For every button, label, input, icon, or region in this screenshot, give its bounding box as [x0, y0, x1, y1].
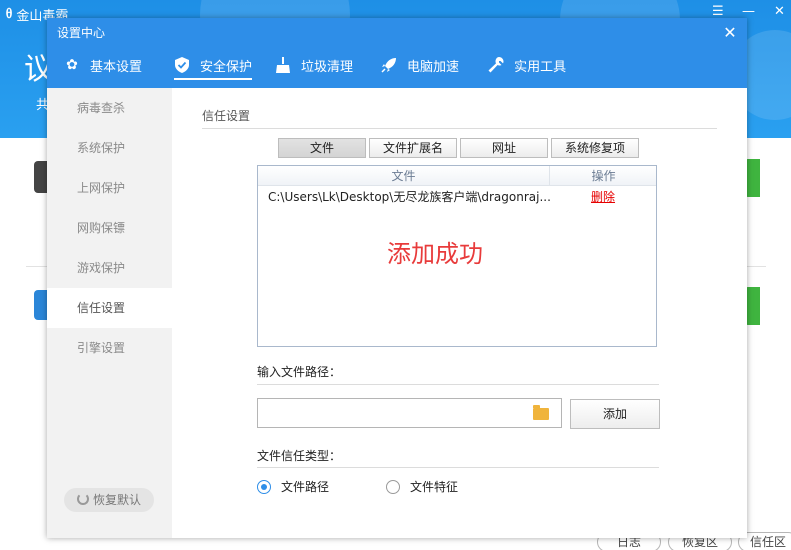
dialog-header: 设置中心 ✕ ✿ 基本设置 安全保护 垃圾清理 电脑加速 实用工具 [47, 18, 747, 88]
file-path-cell: C:\Users\Lk\Desktop\无尽龙族客户端\dragonraj... [268, 190, 550, 204]
tab-security-protection[interactable]: 安全保护 [174, 50, 253, 80]
column-header-action: 操作 [591, 169, 616, 183]
tab-label: 电脑加速 [407, 59, 460, 75]
trust-settings-panel: 信任设置 文件 文件扩展名 网址 系统修复项 文件 操作 C:\Users\Lk… [172, 88, 747, 538]
sidebar-item-system-protection[interactable]: 系统保护 [47, 128, 172, 168]
tab-label: 安全保护 [200, 59, 253, 75]
tab-label: 实用工具 [514, 59, 567, 75]
sidebar-item-web-protection[interactable]: 上网保护 [47, 168, 172, 208]
delete-link[interactable]: 删除 [591, 187, 615, 207]
sidebar-item-trust-settings[interactable]: 信任设置 [47, 288, 172, 328]
subtab-url[interactable]: 网址 [460, 138, 548, 158]
subtab-file[interactable]: 文件 [278, 138, 366, 158]
file-path-input[interactable] [258, 399, 526, 427]
tab-junk-clean[interactable]: 垃圾清理 [275, 50, 353, 80]
subtab-system-repair-item[interactable]: 系统修复项 [551, 138, 639, 158]
column-header-file: 文件 [258, 166, 550, 186]
trust-type-label: 文件信任类型： [257, 449, 342, 463]
tab-utilities[interactable]: 实用工具 [488, 50, 566, 80]
sidebar-item-engine-settings[interactable]: 引擎设置 [47, 328, 172, 368]
restore-default-button[interactable]: 恢复默认 [64, 488, 154, 512]
action-button[interactable] [746, 159, 760, 197]
file-path-label: 输入文件路径： [257, 365, 342, 379]
restore-default-label: 恢复默认 [92, 493, 141, 507]
dialog-title: 设置中心 [57, 26, 106, 40]
sidebar-item-shopping-guard[interactable]: 网购保镖 [47, 208, 172, 248]
sidebar-item-virus-scan[interactable]: 病毒查杀 [47, 88, 172, 128]
section-divider [202, 128, 717, 129]
radio-file-path[interactable]: 文件路径 [257, 478, 329, 495]
radio-label: 文件路径 [281, 480, 330, 494]
file-path-field [257, 398, 562, 428]
logo-mark-icon: ᦲ [6, 6, 13, 22]
minimize-icon[interactable]: — [742, 4, 755, 19]
divider [257, 467, 659, 468]
divider [257, 384, 659, 385]
tab-pc-speedup[interactable]: 电脑加速 [381, 50, 459, 80]
settings-sidebar: 病毒查杀 系统保护 上网保护 网购保镖 游戏保护 信任设置 引擎设置 恢复默认 [47, 88, 172, 538]
tab-label: 垃圾清理 [301, 59, 354, 75]
radio-label: 文件特征 [410, 480, 459, 494]
radio-file-signature[interactable]: 文件特征 [386, 478, 458, 495]
tab-basic-settings[interactable]: ✿ 基本设置 [64, 50, 142, 80]
wrench-icon [488, 57, 504, 73]
table-row[interactable]: C:\Users\Lk\Desktop\无尽龙族客户端\dragonraj...… [258, 187, 656, 207]
rocket-icon [381, 57, 397, 73]
subtab-file-extension[interactable]: 文件扩展名 [369, 138, 457, 158]
menu-icon[interactable]: ☰ [712, 4, 724, 19]
broom-icon [275, 57, 291, 73]
trusted-file-list[interactable]: 文件 操作 C:\Users\Lk\Desktop\无尽龙族客户端\dragon… [257, 165, 657, 347]
folder-icon[interactable] [533, 405, 549, 420]
list-header: 文件 操作 [258, 166, 656, 186]
settings-tabs: ✿ 基本设置 安全保护 垃圾清理 电脑加速 实用工具 [47, 50, 566, 88]
section-title: 信任设置 [202, 109, 251, 123]
add-button[interactable]: 添加 [570, 399, 660, 429]
settings-dialog: 设置中心 ✕ ✿ 基本设置 安全保护 垃圾清理 电脑加速 实用工具 病毒查杀 系… [47, 18, 747, 538]
gear-icon: ✿ [66, 57, 78, 73]
sidebar-item-game-protection[interactable]: 游戏保护 [47, 248, 172, 288]
tab-label: 基本设置 [90, 59, 143, 75]
shield-icon [174, 57, 190, 73]
trust-subtabs: 文件 文件扩展名 网址 系统修复项 [278, 138, 639, 158]
power-icon [76, 493, 89, 505]
success-message: 添加成功 [387, 240, 483, 268]
main-close-icon[interactable]: ✕ [774, 4, 785, 19]
radio-button-selected[interactable] [257, 479, 271, 494]
radio-button[interactable] [386, 479, 400, 494]
dialog-close-icon[interactable]: ✕ [721, 24, 739, 42]
action-button[interactable] [746, 287, 760, 325]
